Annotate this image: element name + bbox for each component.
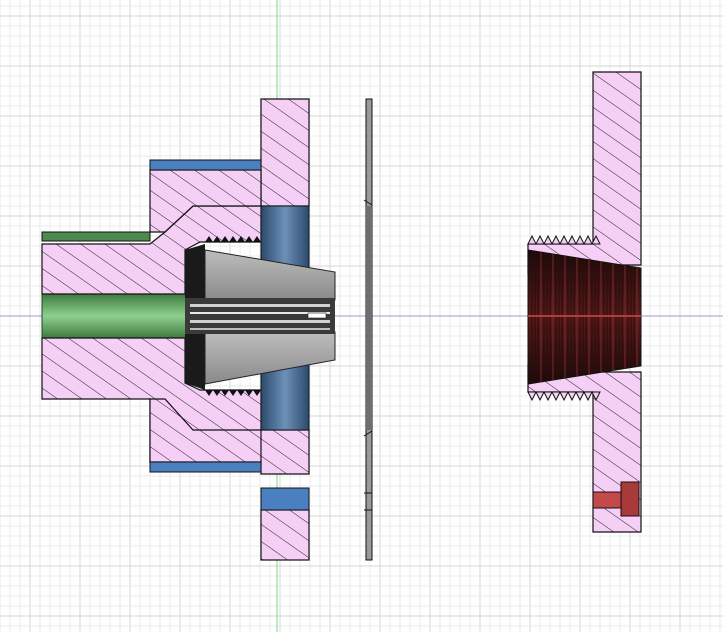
thread-tooth [567,234,577,245]
section-view-canvas[interactable] [0,0,723,632]
thread-tooth [583,234,593,245]
thread-tooth [551,234,561,245]
thread-tooth [543,234,553,245]
thread-tooth [559,234,569,245]
thread-tooth [527,234,537,245]
thread-tooth [535,234,545,245]
thread-tooth [575,234,585,245]
nut-flange[interactable] [527,71,642,533]
design-viewport[interactable] [0,0,723,632]
clamp-washer[interactable] [363,98,373,561]
